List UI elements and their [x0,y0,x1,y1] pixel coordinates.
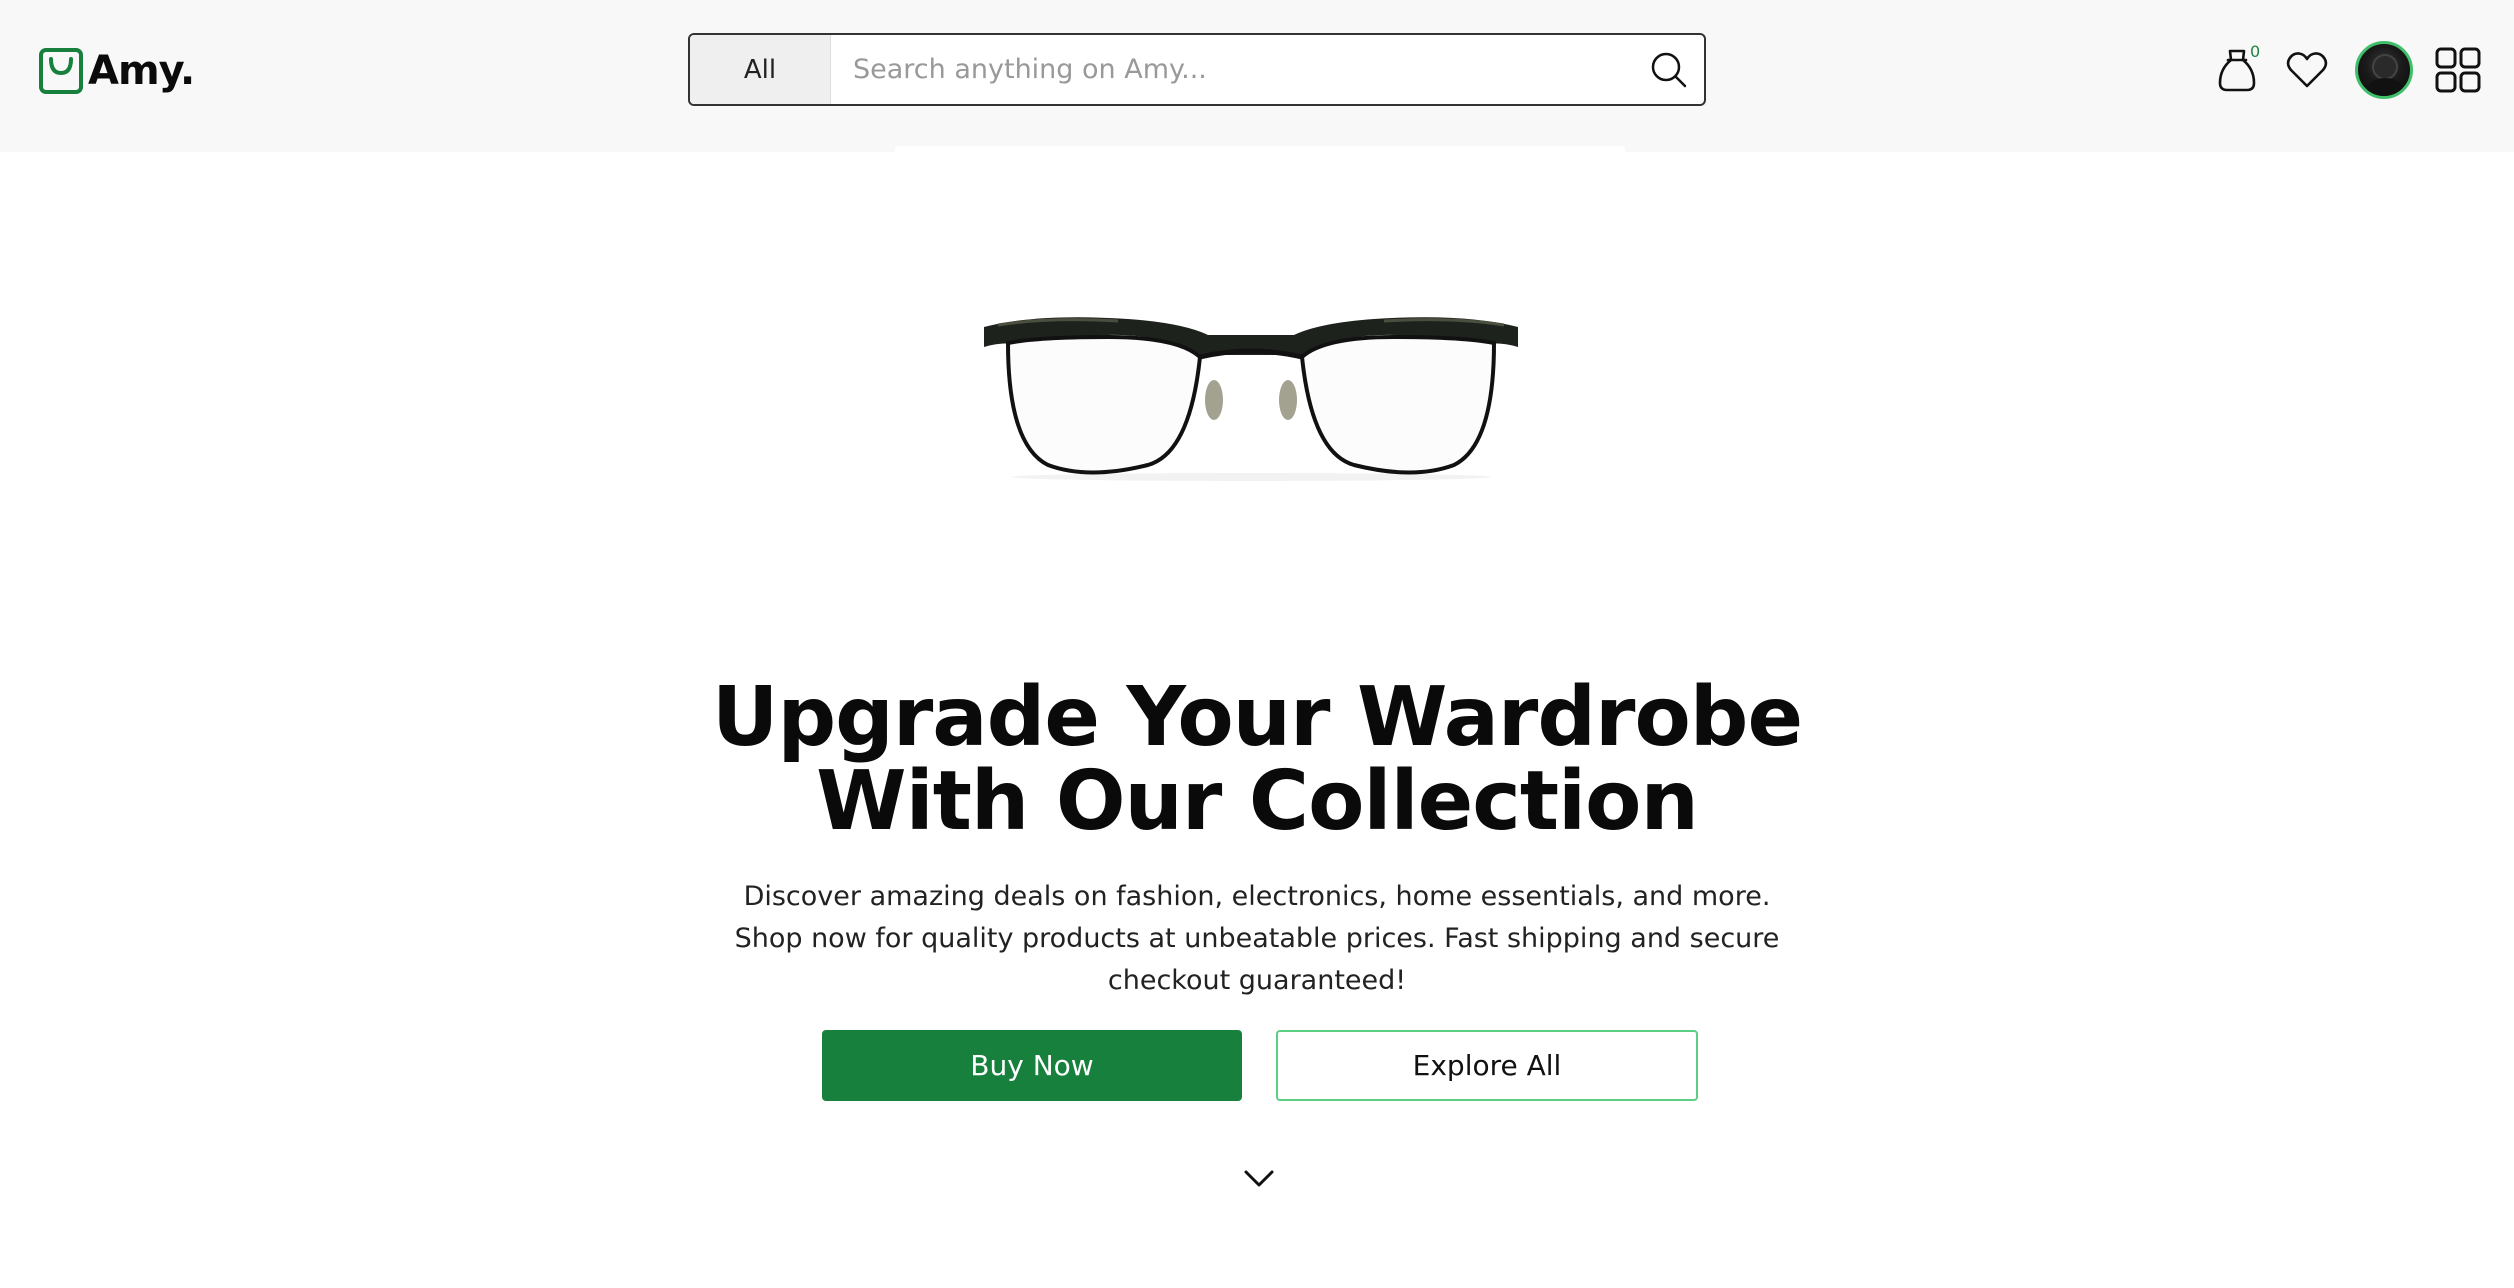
shopping-bag-logo-icon [39,48,83,94]
hero-headline: Upgrade Your Wardrobe With Our Collectio… [0,676,2514,844]
search-category-select[interactable]: All [690,35,831,104]
buy-now-button[interactable]: Buy Now [822,1030,1242,1101]
account-button[interactable] [2354,38,2414,102]
hero-headline-line-1: Upgrade Your Wardrobe [711,670,1803,765]
search-input[interactable] [831,35,1634,104]
heart-icon [2286,52,2328,88]
hero-top-edge [895,146,1625,152]
brand-name: Amy. [88,48,195,94]
hero-description: Discover amazing deals on fashion, elect… [734,881,1780,996]
brand-logo[interactable]: Amy. [38,46,195,96]
wishlist-button[interactable] [2284,38,2330,102]
chevron-down-icon[interactable] [1242,1166,1276,1190]
cart-button[interactable]: 0 [2212,38,2262,102]
top-header: Amy. All 0 [0,0,2514,152]
search-button[interactable] [1634,35,1704,104]
grid-menu-icon [2435,47,2481,93]
search-icon [1651,52,1687,87]
hero-headline-line-2: With Our Collection [816,754,1699,849]
cart-count-badge: 0 [2250,42,2261,61]
avatar [2355,41,2413,99]
search-bar: All [688,33,1706,106]
menu-button[interactable] [2434,38,2482,102]
eyeglasses-image [984,317,1518,481]
explore-all-button[interactable]: Explore All [1276,1030,1698,1101]
